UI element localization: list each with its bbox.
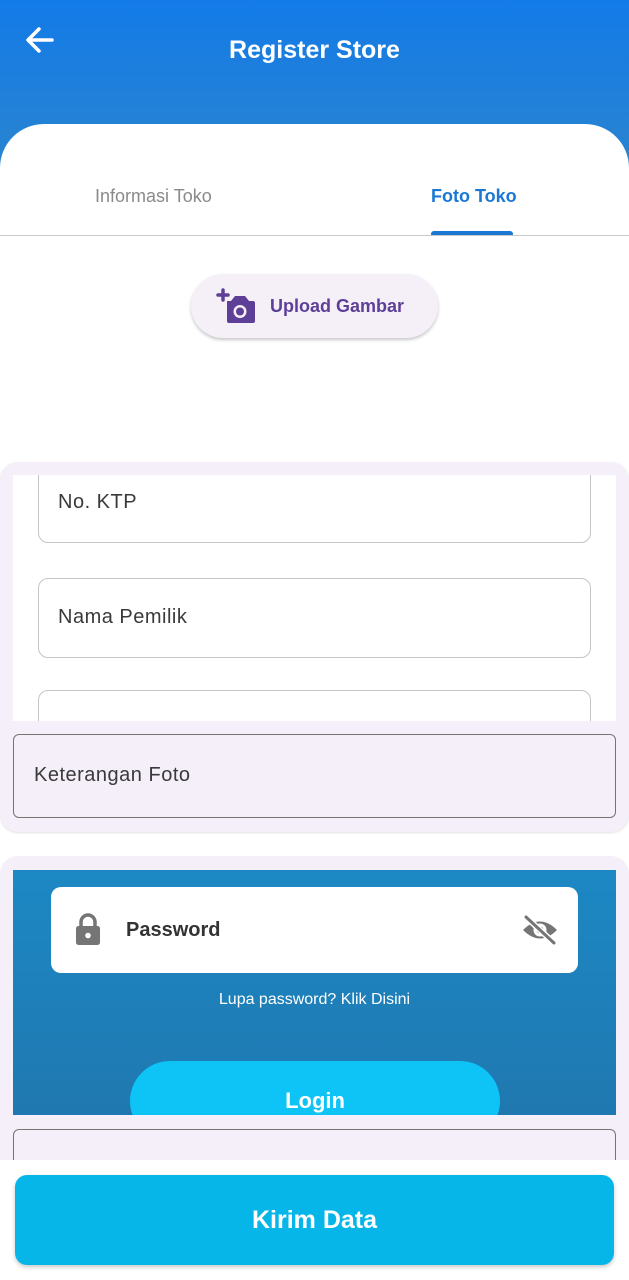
photo-description-label: Keterangan Foto bbox=[34, 764, 191, 786]
submit-button-label: Kirim Data bbox=[251, 1206, 378, 1234]
login-button[interactable]: Login bbox=[130, 1061, 500, 1115]
submit-data-button[interactable]: Kirim Data bbox=[15, 1175, 614, 1265]
photo-description-field[interactable]: Keterangan Foto bbox=[13, 734, 616, 818]
form-preview: No. KTP Nama Pemilik bbox=[13, 475, 616, 721]
photo-form-panel: No. KTP Nama Pemilik Keterangan Foto bbox=[0, 462, 629, 832]
bottom-action-bar: Kirim Data bbox=[0, 1160, 629, 1280]
page-title: Register Store bbox=[229, 36, 400, 64]
tab-indicator bbox=[431, 231, 513, 235]
login-screen-preview: Password Lupa password? Klik Disini Logi… bbox=[13, 870, 616, 1115]
tab-foto-toko[interactable]: Foto Toko bbox=[431, 186, 517, 207]
tab-informasi-toko[interactable]: Informasi Toko bbox=[95, 186, 212, 207]
upload-image-button[interactable]: Upload Gambar bbox=[191, 274, 438, 338]
content-card: Informasi Toko Foto Toko Upload Gambar N… bbox=[0, 124, 629, 1280]
owner-name-field[interactable]: Nama Pemilik bbox=[38, 578, 591, 658]
forgot-password-link[interactable]: Lupa password? Klik Disini bbox=[13, 991, 616, 1009]
eye-off-icon[interactable] bbox=[521, 913, 559, 947]
ktp-field[interactable]: No. KTP bbox=[38, 475, 591, 543]
owner-name-field-label: Nama Pemilik bbox=[58, 606, 188, 628]
upload-button-label: Upload Gambar bbox=[270, 296, 405, 316]
next-field[interactable] bbox=[38, 690, 591, 721]
password-label: Password bbox=[126, 919, 221, 941]
tab-bar: Informasi Toko Foto Toko bbox=[0, 124, 629, 236]
ktp-field-label: No. KTP bbox=[58, 491, 138, 513]
login-button-label: Login bbox=[285, 1088, 345, 1113]
lock-icon bbox=[76, 913, 100, 945]
add-photo-icon bbox=[216, 288, 255, 323]
password-field[interactable]: Password bbox=[51, 887, 578, 973]
register-store-screen: Register Store Informasi Toko Foto Toko … bbox=[0, 0, 629, 1280]
